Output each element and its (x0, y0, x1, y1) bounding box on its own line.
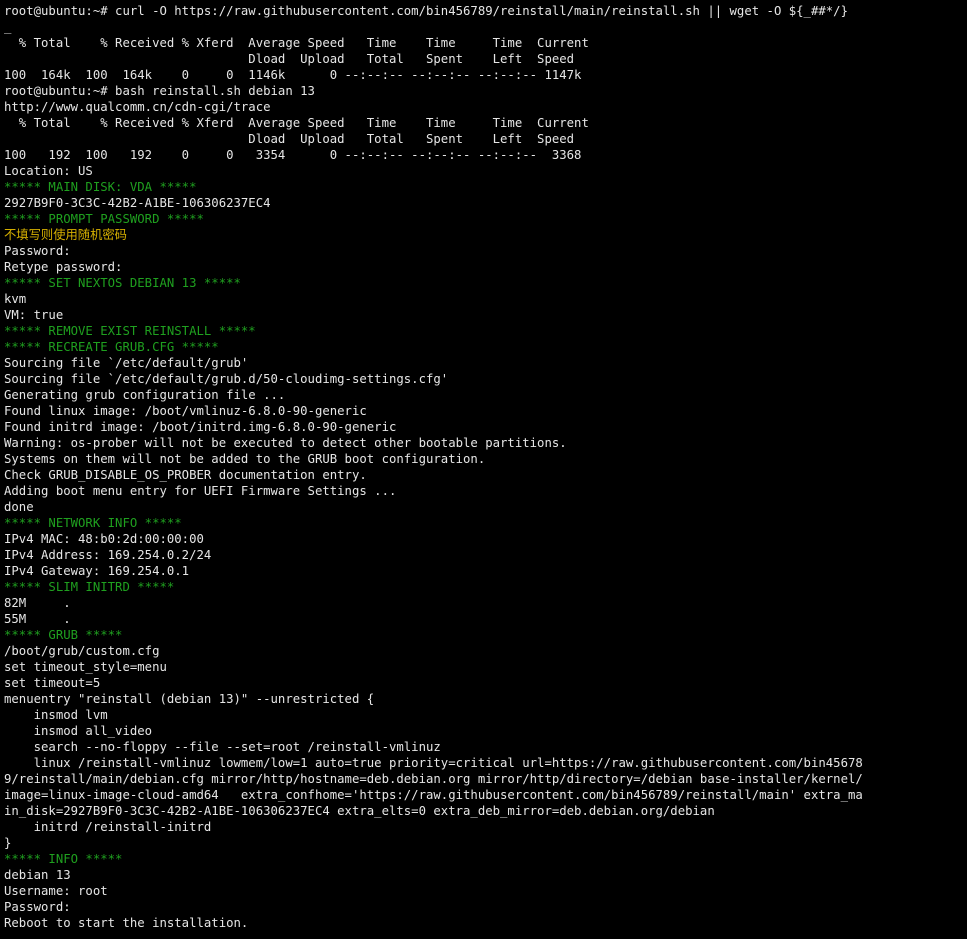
terminal-line: /boot/grub/custom.cfg (4, 644, 160, 658)
terminal-line: Check GRUB_DISABLE_OS_PROBER documentati… (4, 468, 367, 482)
terminal-line: _ (4, 20, 12, 34)
terminal-line: IPv4 MAC: 48:b0:2d:00:00:00 (4, 532, 204, 546)
terminal-line: Adding boot menu entry for UEFI Firmware… (4, 484, 397, 498)
terminal-line: insmod all_video (4, 724, 153, 738)
terminal-line: Systems on them will not be added to the… (4, 452, 486, 466)
terminal-line: http://www.qualcomm.cn/cdn-cgi/trace (4, 100, 271, 114)
terminal-line: Password: (4, 900, 71, 914)
terminal-line: Retype password: (4, 260, 123, 274)
terminal-line: root@ubuntu:~# bash reinstall.sh debian … (4, 84, 315, 98)
terminal-window[interactable]: root@ubuntu:~# curl -O https://raw.githu… (0, 0, 967, 939)
section-header-line: ***** SLIM INITRD ***** (4, 580, 175, 594)
terminal-line: Found initrd image: /boot/initrd.img-6.8… (4, 420, 397, 434)
terminal-line: 55M . (4, 612, 71, 626)
terminal-line: 100 192 100 192 0 0 3354 0 --:--:-- --:-… (4, 148, 582, 162)
section-header-line: ***** PROMPT PASSWORD ***** (4, 212, 204, 226)
terminal-line: IPv4 Gateway: 169.254.0.1 (4, 564, 190, 578)
terminal-line: 2927B9F0-3C3C-42B2-A1BE-106306237EC4 (4, 196, 271, 210)
section-header-line: ***** MAIN DISK: VDA ***** (4, 180, 197, 194)
terminal-line: IPv4 Address: 169.254.0.2/24 (4, 548, 212, 562)
terminal-line: search --no-floppy --file --set=root /re… (4, 740, 441, 754)
password-hint-line: 不填写则使用随机密码 (4, 228, 127, 242)
terminal-line: Reboot to start the installation. (4, 916, 249, 930)
terminal-line: Sourcing file `/etc/default/grub' (4, 356, 249, 370)
terminal-line: Found linux image: /boot/vmlinuz-6.8.0-9… (4, 404, 367, 418)
terminal-line: Dload Upload Total Spent Left Speed (4, 132, 575, 146)
terminal-line: insmod lvm (4, 708, 108, 722)
terminal-line: Dload Upload Total Spent Left Speed (4, 52, 575, 66)
terminal-line: % Total % Received % Xferd Average Speed… (4, 116, 589, 130)
section-header-line: ***** RECREATE GRUB.CFG ***** (4, 340, 219, 354)
terminal-line: in_disk=2927B9F0-3C3C-42B2-A1BE-10630623… (4, 804, 715, 818)
section-header-line: ***** INFO ***** (4, 852, 123, 866)
section-header-line: ***** NETWORK INFO ***** (4, 516, 182, 530)
section-header-line: ***** SET NEXTOS DEBIAN 13 ***** (4, 276, 241, 290)
section-header-line: ***** REMOVE EXIST REINSTALL ***** (4, 324, 256, 338)
terminal-line: } (4, 836, 12, 850)
terminal-line: Warning: os-prober will not be executed … (4, 436, 567, 450)
terminal-line: image=linux-image-cloud-amd64 extra_conf… (4, 788, 863, 802)
terminal-line: 100 164k 100 164k 0 0 1146k 0 --:--:-- -… (4, 68, 582, 82)
section-header-line: ***** GRUB ***** (4, 628, 123, 642)
terminal-line: % Total % Received % Xferd Average Speed… (4, 36, 589, 50)
terminal-line: kvm (4, 292, 27, 306)
terminal-line: Generating grub configuration file ... (4, 388, 286, 402)
terminal-line: Location: US (4, 164, 93, 178)
terminal-line: Username: root (4, 884, 108, 898)
terminal-line: initrd /reinstall-initrd (4, 820, 212, 834)
terminal-line: menuentry "reinstall (debian 13)" --unre… (4, 692, 375, 706)
terminal-line: set timeout_style=menu (4, 660, 167, 674)
terminal-line: 82M . (4, 596, 71, 610)
terminal-line: root@ubuntu:~# curl -O https://raw.githu… (4, 4, 848, 18)
terminal-line: Password: (4, 244, 71, 258)
terminal-line: debian 13 (4, 868, 71, 882)
terminal-line: done (4, 500, 34, 514)
terminal-line: Sourcing file `/etc/default/grub.d/50-cl… (4, 372, 449, 386)
terminal-line: 9/reinstall/main/debian.cfg mirror/http/… (4, 772, 863, 786)
terminal-line: VM: true (4, 308, 64, 322)
terminal-output: root@ubuntu:~# curl -O https://raw.githu… (4, 3, 967, 931)
terminal-line: linux /reinstall-vmlinuz lowmem/low=1 au… (4, 756, 863, 770)
terminal-line: set timeout=5 (4, 676, 101, 690)
